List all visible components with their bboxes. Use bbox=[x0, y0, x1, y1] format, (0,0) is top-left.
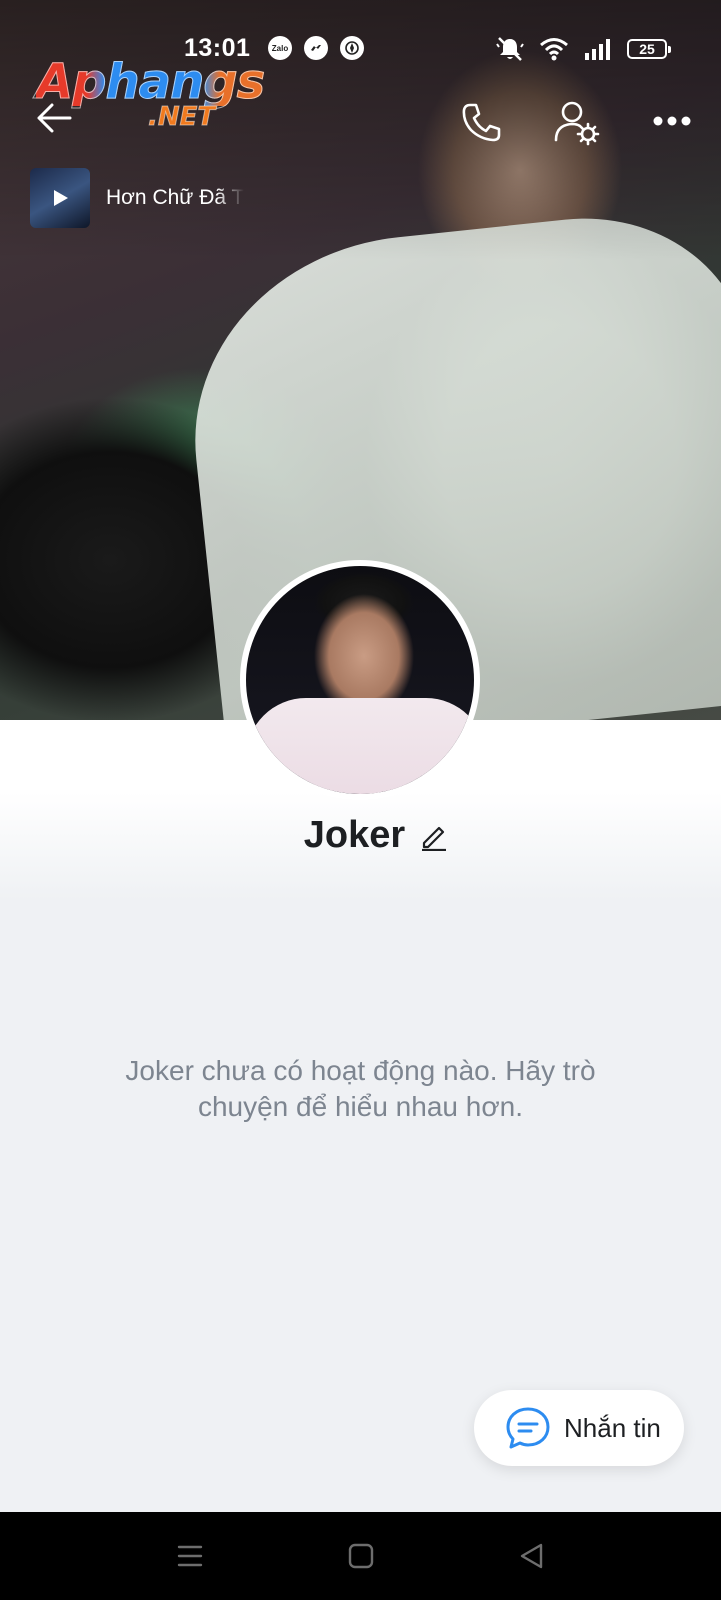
user-settings-icon[interactable] bbox=[554, 100, 600, 146]
phone-icon[interactable] bbox=[460, 100, 504, 144]
compass-icon bbox=[340, 36, 364, 60]
mute-icon bbox=[496, 37, 524, 61]
music-title: Hơn Chữ Đã T bbox=[106, 186, 245, 209]
system-navigation-bar bbox=[0, 1512, 721, 1600]
battery-indicator: 25 bbox=[627, 39, 671, 59]
zalo-icon: Zalo bbox=[268, 36, 292, 60]
watermark-sub: .NET bbox=[147, 102, 216, 133]
send-message-button[interactable]: Nhắn tin bbox=[474, 1390, 684, 1466]
more-dots-icon[interactable] bbox=[652, 106, 692, 136]
chat-bubble-icon bbox=[506, 1407, 550, 1449]
arrow-left-icon[interactable] bbox=[34, 98, 74, 138]
send-message-label: Nhắn tin bbox=[564, 1412, 661, 1443]
status-indicators: 25 bbox=[495, 36, 671, 62]
messenger-icon bbox=[304, 36, 328, 60]
signal-icon bbox=[585, 39, 610, 60]
avatar[interactable] bbox=[240, 560, 480, 800]
wifi-icon bbox=[540, 38, 568, 61]
home-square-icon[interactable] bbox=[345, 1540, 377, 1572]
menu-icon[interactable] bbox=[174, 1540, 206, 1572]
play-icon[interactable] bbox=[49, 187, 71, 209]
empty-activity-message: Joker chưa có hoạt động nào. Hãy trò chu… bbox=[125, 1055, 596, 1122]
profile-music-player[interactable]: Hơn Chữ Đã T bbox=[30, 168, 270, 228]
back-triangle-icon[interactable] bbox=[516, 1540, 548, 1572]
profile-name-row: Joker bbox=[0, 814, 721, 857]
music-thumbnail[interactable] bbox=[30, 168, 90, 228]
profile-name: Joker bbox=[303, 814, 406, 856]
avatar-photo-detail bbox=[246, 698, 474, 794]
pencil-icon[interactable] bbox=[419, 821, 449, 851]
status-app-icons: Zalo bbox=[268, 36, 364, 60]
